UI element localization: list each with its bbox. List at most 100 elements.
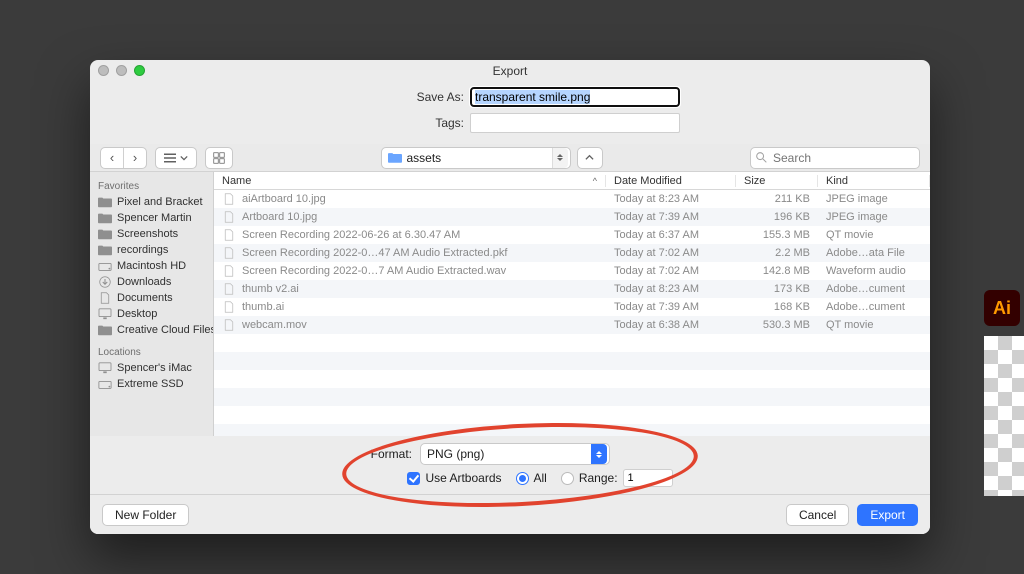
sort-asc-icon: ^ — [593, 176, 597, 186]
file-row[interactable]: webcam.movToday at 6:38 AM530.3 MBQT mov… — [214, 316, 930, 334]
sidebar-item-label: Macintosh HD — [117, 260, 186, 272]
nav-back-forward: ‹ › — [100, 147, 147, 169]
column-size[interactable]: Size — [736, 175, 818, 187]
window-controls — [98, 65, 145, 76]
forward-button[interactable]: › — [124, 148, 146, 168]
sidebar-header-locations: Locations — [90, 344, 213, 360]
range-label: Range: — [579, 471, 618, 485]
empty-row — [214, 424, 930, 436]
sidebar-item[interactable]: Documents — [90, 290, 213, 306]
file-date: Today at 6:38 AM — [606, 319, 736, 331]
column-headers: Name^ Date Modified Size Kind — [214, 172, 930, 190]
empty-row — [214, 388, 930, 406]
range-input[interactable] — [623, 469, 673, 487]
file-size: 211 KB — [736, 193, 818, 205]
all-option[interactable]: All — [516, 471, 547, 485]
save-form: Save As: Tags: — [90, 82, 930, 144]
file-date: Today at 7:02 AM — [606, 265, 736, 277]
sidebar-item[interactable]: recordings — [90, 242, 213, 258]
folder-icon — [388, 152, 402, 163]
all-radio[interactable] — [516, 472, 529, 485]
file-row[interactable]: Screen Recording 2022-06-26 at 6.30.47 A… — [214, 226, 930, 244]
file-name: aiArtboard 10.jpg — [242, 193, 326, 205]
file-kind: Waveform audio — [818, 265, 930, 277]
file-row[interactable]: thumb v2.aiToday at 8:23 AM173 KBAdobe…c… — [214, 280, 930, 298]
sidebar-item[interactable]: Extreme SSD — [90, 376, 213, 392]
column-date[interactable]: Date Modified — [606, 175, 736, 187]
close-window-button[interactable] — [98, 65, 109, 76]
group-button[interactable] — [205, 147, 233, 169]
export-dialog: Export Save As: Tags: ‹ › — [90, 60, 930, 534]
view-mode-dropdown[interactable] — [155, 147, 197, 169]
dialog-footer: New Folder Cancel Export — [90, 494, 930, 534]
file-size: 2.2 MB — [736, 247, 818, 259]
file-name: Artboard 10.jpg — [242, 211, 317, 223]
sidebar-item[interactable]: Screenshots — [90, 226, 213, 242]
sidebar-item[interactable]: Spencer's iMac — [90, 360, 213, 376]
format-dropdown[interactable]: PNG (png) — [420, 443, 610, 465]
format-section: Format: PNG (png) Use Artboards All Rang… — [90, 436, 930, 494]
sidebar-item-label: Spencer Martin — [117, 212, 192, 224]
file-date: Today at 6:37 AM — [606, 229, 736, 241]
new-folder-button[interactable]: New Folder — [102, 504, 189, 526]
sidebar-item[interactable]: Desktop — [90, 306, 213, 322]
range-radio[interactable] — [561, 472, 574, 485]
sidebar-header-favorites: Favorites — [90, 178, 213, 194]
location-dropdown[interactable]: assets — [381, 147, 571, 169]
file-row[interactable]: aiArtboard 10.jpgToday at 8:23 AM211 KBJ… — [214, 190, 930, 208]
use-artboards-checkbox[interactable] — [407, 472, 420, 485]
save-as-label: Save As: — [314, 90, 464, 104]
file-row[interactable]: Artboard 10.jpgToday at 7:39 AM196 KBJPE… — [214, 208, 930, 226]
range-option[interactable]: Range: — [561, 469, 673, 487]
file-size: 173 KB — [736, 283, 818, 295]
sidebar-item-label: Documents — [117, 292, 173, 304]
finder-toolbar: ‹ › assets — [90, 144, 930, 172]
app-background-peek: Ai — [984, 290, 1024, 500]
empty-row — [214, 370, 930, 388]
tags-input[interactable] — [470, 113, 680, 133]
sidebar-item[interactable]: Downloads — [90, 274, 213, 290]
save-as-input[interactable] — [470, 87, 680, 107]
file-kind: Adobe…cument — [818, 283, 930, 295]
sidebar-item-label: Spencer's iMac — [117, 362, 192, 374]
format-label: Format: — [252, 447, 412, 461]
sidebar-item[interactable]: Spencer Martin — [90, 210, 213, 226]
updown-icon — [552, 148, 568, 168]
sidebar-item[interactable]: Pixel and Bracket — [90, 194, 213, 210]
search-icon — [756, 152, 767, 163]
file-name: Screen Recording 2022-0…47 AM Audio Extr… — [242, 247, 507, 259]
illustrator-app-icon: Ai — [984, 290, 1020, 326]
sidebar-item-label: recordings — [117, 244, 168, 256]
file-name: webcam.mov — [242, 319, 307, 331]
sidebar: Favorites Pixel and Bracket Spencer Marti… — [90, 172, 214, 436]
file-row[interactable]: Screen Recording 2022-0…7 AM Audio Extra… — [214, 262, 930, 280]
back-button[interactable]: ‹ — [101, 148, 123, 168]
titlebar: Export — [90, 60, 930, 82]
export-button[interactable]: Export — [857, 504, 918, 526]
sidebar-item-label: Desktop — [117, 308, 157, 320]
file-kind: JPEG image — [818, 211, 930, 223]
sidebar-item[interactable]: Creative Cloud Files — [90, 322, 213, 338]
sidebar-item-label: Pixel and Bracket — [117, 196, 203, 208]
search-input[interactable] — [750, 147, 920, 169]
format-value: PNG (png) — [427, 447, 484, 461]
sidebar-item[interactable]: Macintosh HD — [90, 258, 213, 274]
file-size: 142.8 MB — [736, 265, 818, 277]
grid-icon — [213, 152, 225, 164]
collapse-toggle[interactable] — [577, 147, 603, 169]
empty-row — [214, 352, 930, 370]
file-date: Today at 7:02 AM — [606, 247, 736, 259]
empty-row — [214, 406, 930, 424]
column-name[interactable]: Name^ — [214, 175, 606, 187]
use-artboards-option[interactable]: Use Artboards — [407, 471, 501, 485]
file-name: Screen Recording 2022-0…7 AM Audio Extra… — [242, 265, 506, 277]
file-kind: JPEG image — [818, 193, 930, 205]
file-kind: Adobe…cument — [818, 301, 930, 313]
file-date: Today at 7:39 AM — [606, 301, 736, 313]
file-row[interactable]: Screen Recording 2022-0…47 AM Audio Extr… — [214, 244, 930, 262]
zoom-window-button[interactable] — [134, 65, 145, 76]
cancel-button[interactable]: Cancel — [786, 504, 849, 526]
file-row[interactable]: thumb.aiToday at 7:39 AM168 KBAdobe…cume… — [214, 298, 930, 316]
minimize-window-button[interactable] — [116, 65, 127, 76]
column-kind[interactable]: Kind — [818, 175, 930, 187]
